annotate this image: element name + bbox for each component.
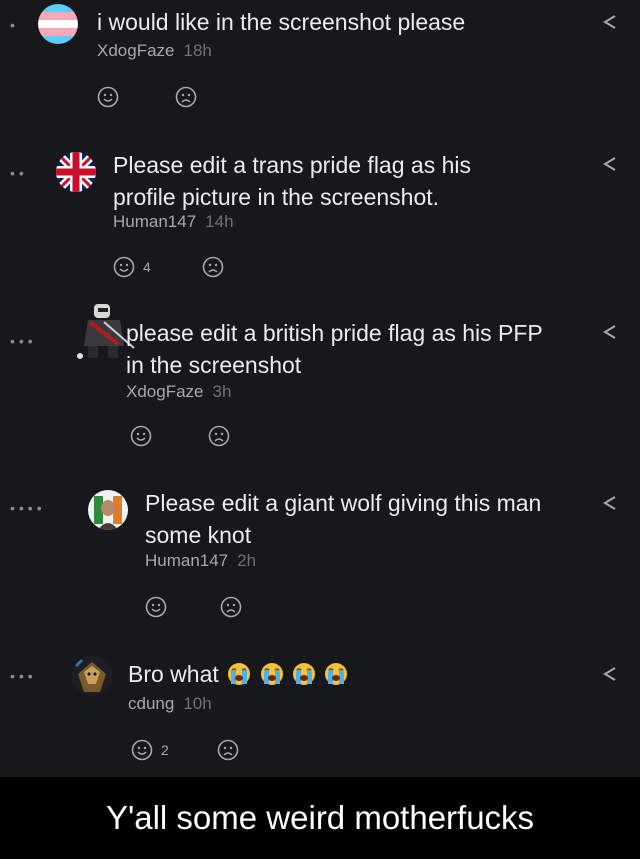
- smiley-face-icon[interactable]: [145, 596, 167, 618]
- frowning-face-icon[interactable]: [220, 596, 242, 618]
- timestamp: 18h: [183, 41, 212, 60]
- caption-text: Y'all some weird motherfucks: [105, 799, 535, 836]
- smiley-face-icon[interactable]: [130, 425, 152, 447]
- comment-text: Please edit a giant wolf giving this man…: [145, 490, 542, 548]
- comment-meta: Human147 14h: [113, 212, 234, 232]
- character-avatar-icon: [72, 656, 112, 696]
- comment-text: please edit a british pride flag as his …: [126, 320, 543, 378]
- like-count: 2: [161, 742, 169, 758]
- reply-arrow-icon[interactable]: [600, 493, 620, 513]
- comment-text: i would like in the screenshot please: [97, 9, 466, 35]
- timestamp: 2h: [237, 551, 257, 570]
- timestamp: 14h: [205, 212, 234, 231]
- meme-caption: Y'all some weird motherfucks: [0, 777, 640, 859]
- timestamp: 3h: [212, 382, 232, 401]
- avatar-trans-flag[interactable]: [38, 4, 78, 44]
- reactions: [130, 425, 160, 447]
- uk-flag-icon: [56, 152, 96, 192]
- smiley-face-icon[interactable]: [113, 256, 135, 278]
- smiley-face-icon[interactable]: [131, 739, 153, 761]
- like-count: 4: [143, 259, 151, 275]
- loudly-crying-face-icon: [258, 661, 284, 687]
- reply-arrow-icon[interactable]: [600, 154, 620, 174]
- comment-text: Bro what: [128, 658, 528, 690]
- username[interactable]: Human147: [113, 212, 196, 231]
- timestamp: 10h: [183, 694, 212, 713]
- avatar-photo[interactable]: [88, 490, 128, 530]
- reply-arrow-icon[interactable]: [600, 12, 620, 32]
- thread-depth-dots: •••: [10, 333, 37, 349]
- comment-meta: Human147 2h: [145, 551, 256, 571]
- reactions: [145, 596, 175, 618]
- comment-meta: XdogFaze 18h: [97, 41, 212, 61]
- frowning-face-icon[interactable]: [175, 86, 197, 108]
- profile-photo-icon: [88, 490, 128, 530]
- frowning-face-icon[interactable]: [208, 425, 230, 447]
- comment-text: Please edit a trans pride flag as his pr…: [113, 152, 471, 210]
- thread-depth-dots: ••••: [10, 500, 46, 516]
- frowning-face-icon[interactable]: [217, 739, 239, 761]
- reply-arrow-icon[interactable]: [600, 664, 620, 684]
- username[interactable]: XdogFaze: [126, 382, 204, 401]
- thread-depth-dots: •: [10, 17, 19, 33]
- username[interactable]: XdogFaze: [97, 41, 175, 60]
- loudly-crying-face-icon: [322, 661, 348, 687]
- reactions: 2: [131, 739, 169, 761]
- thread-depth-dots: •••: [10, 668, 37, 684]
- avatar-character[interactable]: [72, 656, 112, 696]
- reactions: 4: [113, 256, 151, 278]
- reactions: [97, 86, 127, 108]
- frowning-face-icon[interactable]: [202, 256, 224, 278]
- comment-meta: XdogFaze 3h: [126, 382, 231, 402]
- username[interactable]: cdung: [128, 694, 174, 713]
- loudly-crying-face-icon: [225, 661, 251, 687]
- avatar-uk-flag[interactable]: [56, 152, 96, 192]
- thread-depth-dots: ••: [10, 165, 28, 181]
- comment-text-body: Bro what: [128, 661, 219, 687]
- loudly-crying-face-icon: [290, 661, 316, 687]
- comment-meta: cdung 10h: [128, 694, 212, 714]
- reply-arrow-icon[interactable]: [600, 322, 620, 342]
- smiley-face-icon[interactable]: [97, 86, 119, 108]
- username[interactable]: Human147: [145, 551, 228, 570]
- trans-flag-icon: [38, 4, 78, 44]
